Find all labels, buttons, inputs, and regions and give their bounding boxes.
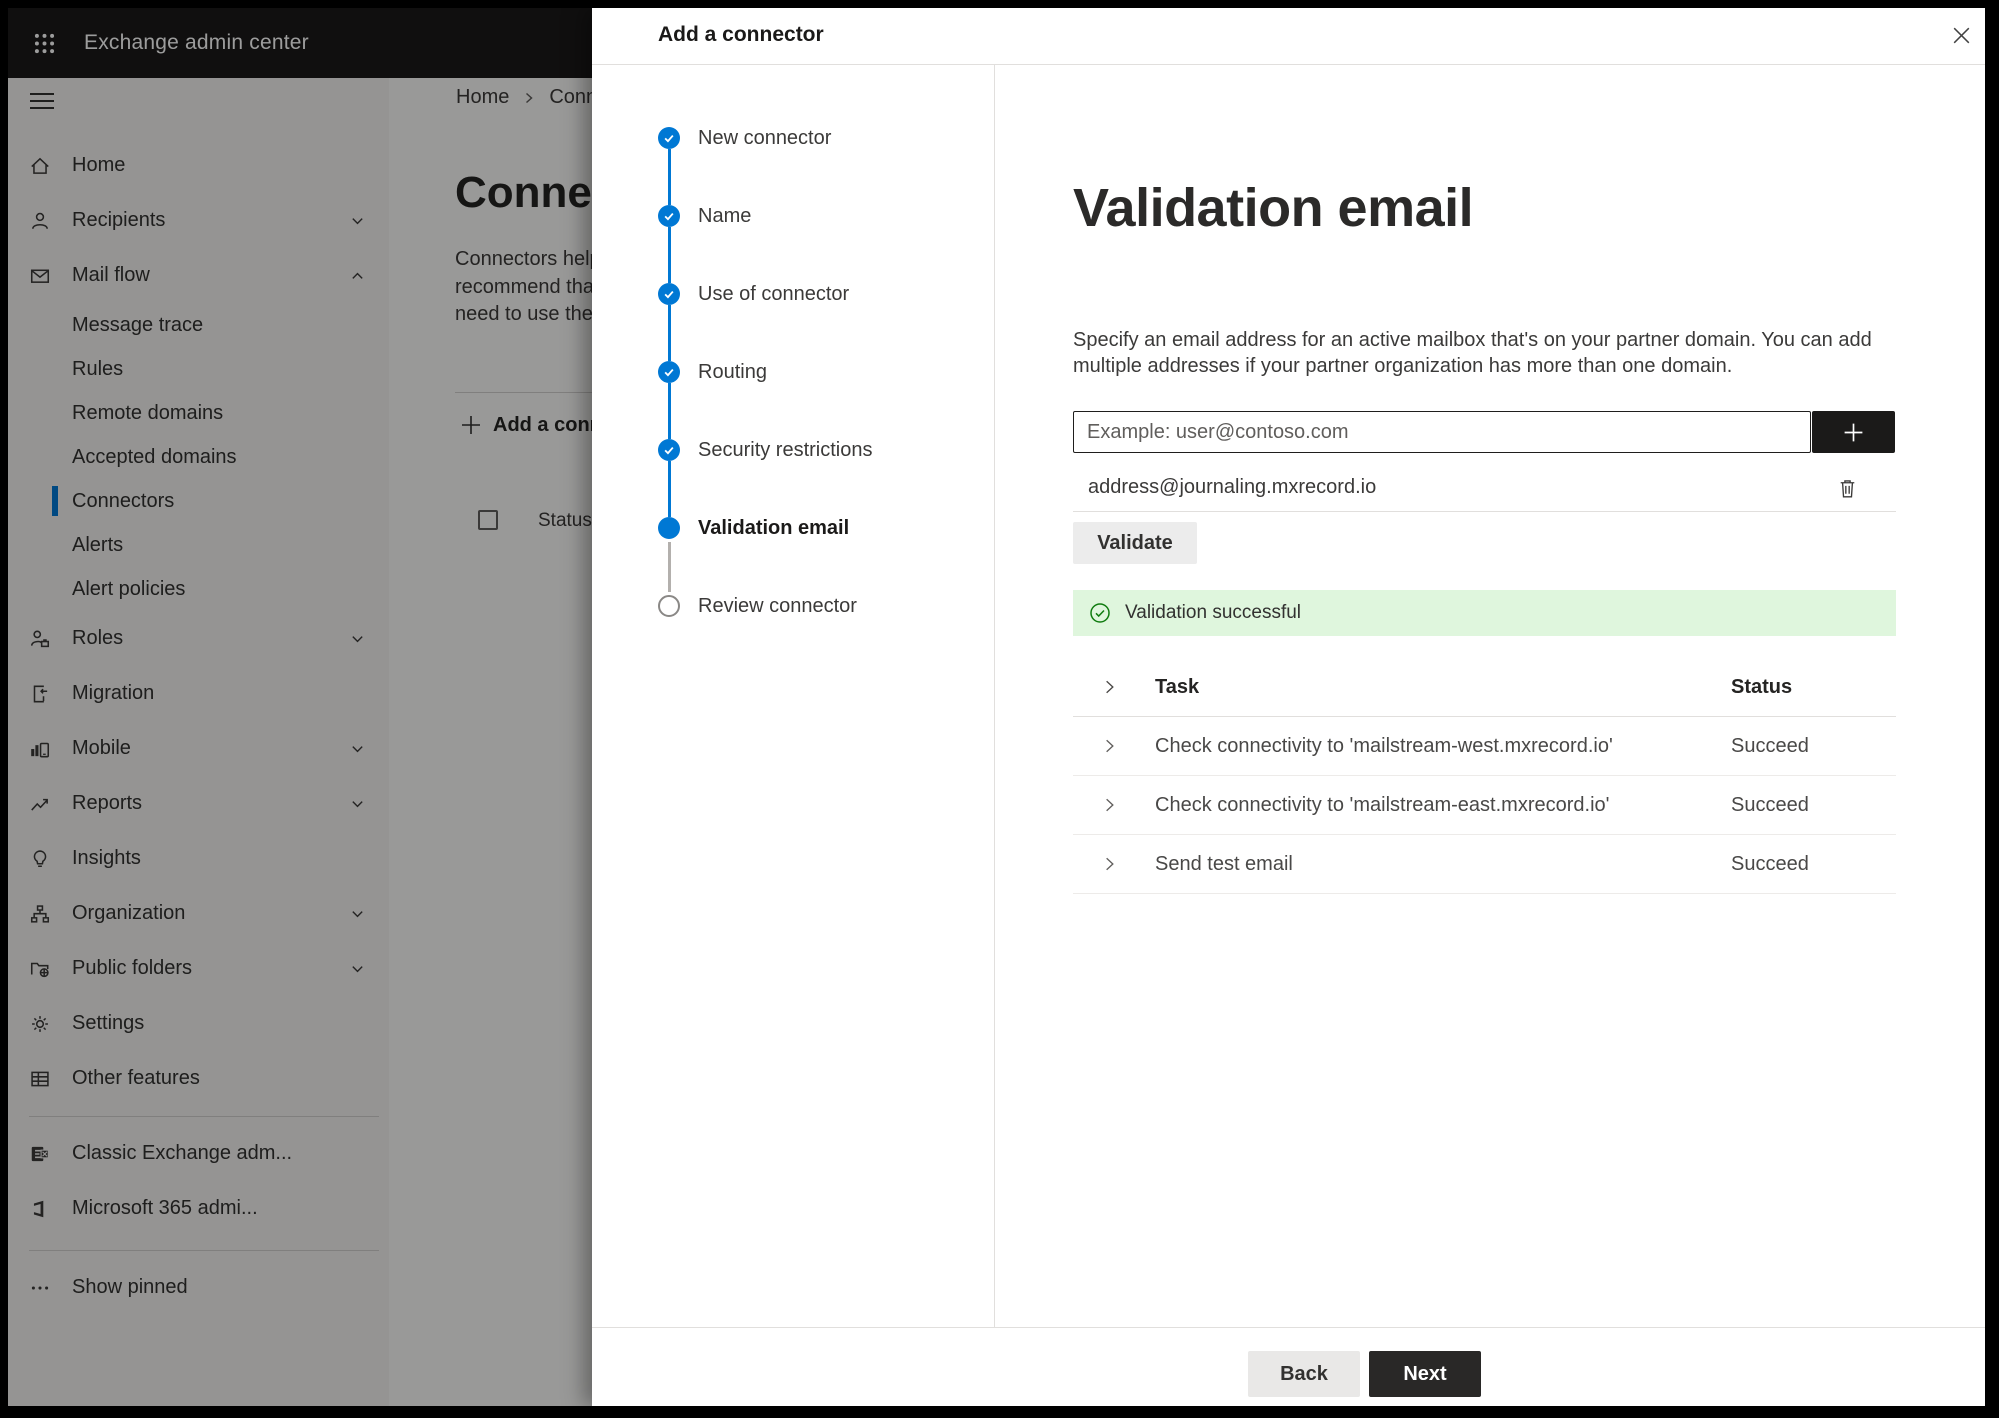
task-cell: Check connectivity to 'mailstream-west.m…	[1155, 734, 1613, 757]
expand-row-chevron-icon[interactable]	[1100, 737, 1119, 756]
panel-title: Add a connector	[658, 23, 824, 46]
task-column-header: Task	[1155, 675, 1200, 698]
back-button[interactable]: Back	[1248, 1351, 1360, 1397]
added-address: address@journaling.mxrecord.io	[1088, 475, 1377, 498]
validation-task-table: Task Status Check connectivity to 'mails…	[1073, 658, 1896, 894]
next-button[interactable]: Next	[1369, 1351, 1481, 1397]
table-row[interactable]: Check connectivity to 'mailstream-east.m…	[1073, 776, 1896, 835]
step-new-connector[interactable]: New connector	[658, 125, 831, 151]
panel-content: Validation email Specify an email addres…	[995, 65, 1985, 1327]
step-upcoming-icon	[658, 595, 680, 617]
step-name[interactable]: Name	[658, 203, 751, 229]
content-description: Specify an email address for an active m…	[1073, 329, 1872, 377]
table-header-row: Task Status	[1073, 658, 1896, 717]
step-routing[interactable]: Routing	[658, 359, 767, 385]
step-current-icon	[658, 517, 680, 539]
step-done-icon	[658, 127, 680, 149]
step-security-restrictions[interactable]: Security restrictions	[658, 437, 873, 463]
app-window: Exchange admin center Home Recipients Ma…	[8, 8, 1985, 1406]
success-message: Validation successful	[1125, 602, 1302, 623]
status-column-header: Status	[1731, 675, 1793, 698]
close-icon[interactable]	[1946, 20, 1976, 50]
table-row[interactable]: Send test email Succeed	[1073, 835, 1896, 894]
step-done-icon	[658, 283, 680, 305]
divider	[1073, 511, 1896, 512]
validate-button[interactable]: Validate	[1073, 522, 1197, 564]
task-cell: Send test email	[1155, 852, 1293, 875]
status-cell: Succeed	[1731, 734, 1809, 757]
task-cell: Check connectivity to 'mailstream-east.m…	[1155, 793, 1610, 816]
success-check-icon	[1089, 602, 1111, 624]
step-done-icon	[658, 205, 680, 227]
email-input[interactable]	[1073, 411, 1811, 453]
expand-row-chevron-icon[interactable]	[1100, 796, 1119, 815]
step-review-connector[interactable]: Review connector	[658, 593, 857, 619]
panel-footer: Back Next	[592, 1327, 1985, 1406]
expand-row-chevron-icon[interactable]	[1100, 855, 1119, 874]
step-done-icon	[658, 361, 680, 383]
status-cell: Succeed	[1731, 852, 1809, 875]
step-use-of-connector[interactable]: Use of connector	[658, 281, 849, 307]
email-entry-row	[1073, 411, 1895, 453]
add-email-button[interactable]	[1812, 411, 1895, 453]
validation-success-banner: Validation successful	[1073, 590, 1896, 636]
content-heading: Validation email	[1073, 178, 1474, 238]
step-validation-email[interactable]: Validation email	[658, 515, 849, 541]
trash-icon[interactable]	[1834, 475, 1860, 501]
status-cell: Succeed	[1731, 793, 1809, 816]
table-row[interactable]: Check connectivity to 'mailstream-west.m…	[1073, 717, 1896, 776]
step-done-icon	[658, 439, 680, 461]
panel-header: Add a connector	[592, 8, 1985, 65]
add-connector-panel: Add a connector New connector Name Use o…	[592, 8, 1985, 1406]
added-address-row: address@journaling.mxrecord.io	[1073, 463, 1896, 511]
expand-all-chevron-icon[interactable]	[1100, 678, 1119, 697]
wizard-steps: New connector Name Use of connector Rout…	[592, 65, 995, 1327]
